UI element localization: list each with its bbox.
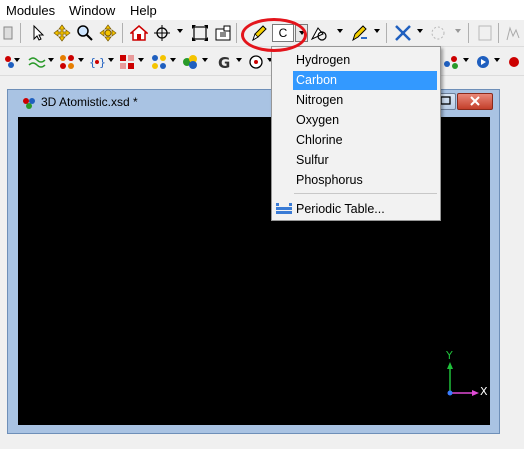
svg-text:G: G [218,54,230,71]
molecule-display-icon[interactable] [442,53,460,71]
menu-help[interactable]: Help [130,3,157,18]
document-icon [21,95,37,111]
group-dropdown-arrow[interactable] [236,58,242,62]
style-dropdown-arrow[interactable] [14,58,20,62]
toolbar-separator [468,23,469,43]
sketch-fragment-dropdown-arrow[interactable] [374,29,380,33]
menu-item-periodic-table[interactable]: Periodic Table... [294,200,437,219]
toolbar-separator [236,23,237,43]
menu-bar: Modules Window Help [0,0,524,20]
svg-text:{: { [89,56,96,69]
symmetry-dropdown-arrow [455,29,461,33]
overflow-icon[interactable] [506,53,524,71]
spheres-icon[interactable] [150,53,168,71]
document-title: 3D Atomistic.xsd * [41,95,138,109]
molecule-display-dropdown-arrow[interactable] [463,58,469,62]
select-arrow-icon[interactable] [29,24,47,42]
y-axis-arrowhead [447,362,453,369]
menu-separator [294,193,437,194]
spheres-dropdown-arrow[interactable] [170,58,176,62]
zoom-icon[interactable] [76,24,94,42]
menu-item-phosphorus[interactable]: Phosphorus [294,171,437,190]
axis-origin [447,390,453,396]
wave-dropdown-arrow[interactable] [48,58,54,62]
color-icon[interactable] [181,53,199,71]
translate-icon[interactable] [53,24,71,42]
menu-item-carbon[interactable]: Carbon [293,71,437,90]
color-dropdown-arrow[interactable] [202,58,208,62]
bond-dropdown-arrow[interactable] [108,58,114,62]
x-axis-label: X [480,385,488,398]
sketch-ring-dropdown-arrow[interactable] [337,29,343,33]
recenter-icon[interactable] [153,24,171,42]
navigate-dropdown-arrow[interactable] [494,58,500,62]
svg-text:}: } [99,56,106,69]
atoms-dropdown-arrow[interactable] [78,58,84,62]
symmetry-icon [429,24,447,42]
menu-item-sulfur[interactable]: Sulfur [294,151,437,170]
rotate-icon[interactable] [99,24,117,42]
paste-icon[interactable] [0,24,13,42]
menu-item-hydrogen[interactable]: Hydrogen [294,51,437,70]
menu-item-chlorine[interactable]: Chlorine [294,131,437,150]
crystal-icon[interactable] [118,53,136,71]
atoms-icon[interactable] [58,53,76,71]
group-icon[interactable]: G [217,53,235,71]
element-selector-dropdown-button[interactable] [295,24,308,42]
measure-icon [476,24,494,42]
menu-item-oxygen[interactable]: Oxygen [294,111,437,130]
y-axis-label: Y [446,349,453,362]
toolbar-separator [122,23,123,43]
close-button[interactable] [457,93,493,110]
pencil-sketch-icon[interactable] [250,24,268,42]
sketch-fragment-icon[interactable] [350,24,368,42]
navigate-icon[interactable] [474,53,492,71]
toolbar-separator [386,23,387,43]
element-dropdown-menu: Hydrogen Carbon Nitrogen Oxygen Chlorine… [271,46,441,221]
toolbar-separator [20,23,21,43]
style-icon[interactable] [0,53,14,71]
wave-icon[interactable] [28,53,46,71]
x-axis-arrowhead [472,390,479,396]
element-selector-field[interactable]: C [272,24,294,42]
sketch-ring-icon[interactable] [310,24,328,42]
fit-screen-icon[interactable] [191,24,209,42]
target-icon[interactable] [247,53,265,71]
menu-window[interactable]: Window [69,3,115,18]
menu-item-nitrogen[interactable]: Nitrogen [294,91,437,110]
build-icon[interactable] [394,24,412,42]
bond-icon[interactable]: {} [88,53,106,71]
recenter-dropdown-arrow[interactable] [177,29,183,33]
toolbar-display: {} G [0,49,524,76]
crystal-dropdown-arrow[interactable] [138,58,144,62]
menu-modules[interactable]: Modules [6,3,55,18]
periodic-table-icon [276,203,292,215]
build-dropdown-arrow[interactable] [417,29,423,33]
toolbar-separator [498,23,499,43]
home-icon[interactable] [130,24,148,42]
chart-icon [505,24,523,42]
toolbar-main: C [0,20,524,47]
screenshot-icon[interactable] [214,24,232,42]
